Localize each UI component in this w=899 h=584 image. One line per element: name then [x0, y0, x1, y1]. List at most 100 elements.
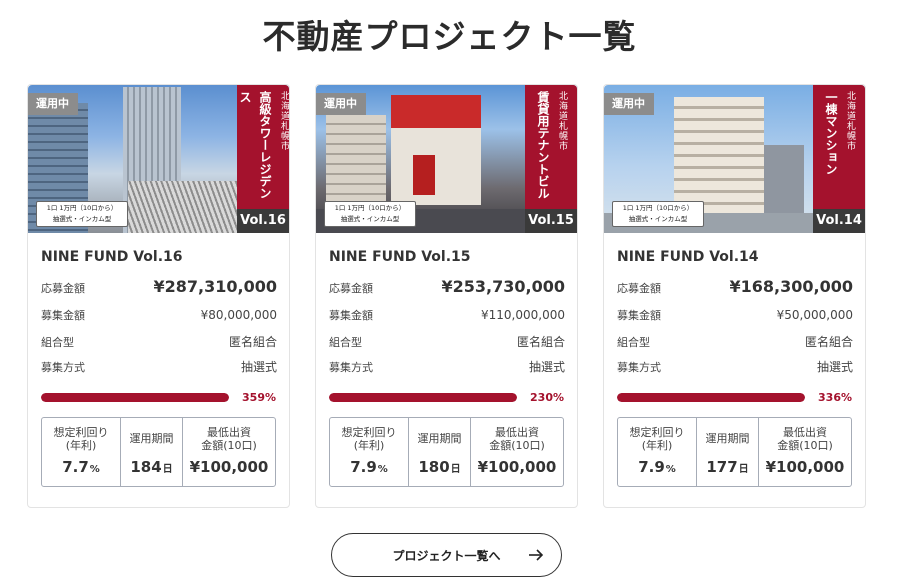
project-card-vol16[interactable]: 運用中 北海道札幌市 高級タワーレジデンス Vol.16 1口 1万円（10口か… — [27, 84, 290, 508]
stat-yield: 想定利回り (年利) 7.7% — [42, 418, 120, 486]
stats-box: 想定利回り (年利) 7.9% 運用期間 180日 最低出資 金額(10口) ¥… — [329, 417, 564, 487]
lottery-line-1: 1口 1万円（10口から） — [334, 204, 406, 212]
progress-label: 336% — [818, 391, 852, 404]
region-label: 北海道札幌市 — [845, 91, 855, 151]
project-image[interactable]: 運用中 北海道札幌市 賃貸用テナントビル Vol.15 1口 1万円（10口から… — [316, 85, 577, 233]
lottery-line-2: 抽選式・インカム型 — [340, 215, 400, 223]
status-badge: 運用中 — [604, 93, 654, 115]
method-label: 募集方式 — [329, 361, 373, 374]
period-unit: 日 — [738, 464, 749, 475]
lottery-tag: 1口 1万円（10口から） 抽選式・インカム型 — [324, 201, 416, 227]
applied-value: ¥168,300,000 — [729, 277, 853, 296]
region-label: 北海道札幌市 — [279, 91, 289, 151]
vol-tag: Vol.15 — [525, 209, 577, 233]
stat-min-invest: 最低出資 金額(10口) ¥100,000 — [182, 418, 275, 486]
vol-tag: Vol.16 — [237, 209, 289, 233]
progress-bar — [329, 393, 517, 402]
fund-name[interactable]: NINE FUND Vol.14 — [617, 249, 759, 265]
lottery-line-2: 抽選式・インカム型 — [52, 215, 112, 223]
target-label: 募集金額 — [41, 309, 85, 322]
min-invest-label: 最低出資 金額(10口) — [489, 426, 545, 452]
target-row: 募集金額 ¥50,000,000 — [617, 307, 853, 323]
yield-label: 想定利回り (年利) — [53, 426, 109, 452]
min-invest-value: ¥100,000 — [189, 458, 269, 476]
arrow-right-icon — [529, 549, 544, 561]
min-invest-value: ¥100,000 — [477, 458, 557, 476]
min-invest-label: 最低出資 金額(10口) — [201, 426, 257, 452]
region-label: 北海道札幌市 — [557, 91, 567, 151]
target-row: 募集金額 ¥110,000,000 — [329, 307, 565, 323]
period-value: 177 — [706, 458, 738, 476]
yield-label: 想定利回り (年利) — [341, 426, 397, 452]
target-label: 募集金額 — [329, 309, 373, 322]
lottery-line-2: 抽選式・インカム型 — [628, 215, 688, 223]
yield-unit: % — [377, 464, 388, 475]
yield-value: 7.9 — [638, 458, 665, 476]
structure-value: 匿名組合 — [804, 335, 853, 349]
structure-label: 組合型 — [41, 336, 74, 349]
structure-label: 組合型 — [329, 336, 362, 349]
applied-label: 応募金額 — [617, 282, 661, 295]
lottery-line-1: 1口 1万円（10口から） — [622, 204, 694, 212]
page-title: 不動産プロジェクト一覧 — [262, 17, 637, 56]
project-list-button[interactable]: プロジェクト一覧へ — [331, 533, 562, 577]
project-image[interactable]: 運用中 北海道札幌市 一棟マンション Vol.14 1口 1万円（10口から） … — [604, 85, 865, 233]
lottery-tag: 1口 1万円（10口から） 抽選式・インカム型 — [612, 201, 704, 227]
project-card-vol15[interactable]: 運用中 北海道札幌市 賃貸用テナントビル Vol.15 1口 1万円（10口から… — [315, 84, 578, 508]
min-invest-value: ¥100,000 — [765, 458, 845, 476]
yield-unit: % — [665, 464, 676, 475]
progress-fill — [41, 393, 229, 402]
method-row: 募集方式 抽選式 — [329, 358, 565, 375]
vol-tag: Vol.14 — [813, 209, 865, 233]
method-row: 募集方式 抽選式 — [617, 358, 853, 375]
target-row: 募集金額 ¥80,000,000 — [41, 307, 277, 323]
stat-min-invest: 最低出資 金額(10口) ¥100,000 — [470, 418, 563, 486]
fund-name[interactable]: NINE FUND Vol.15 — [329, 249, 471, 265]
method-label: 募集方式 — [617, 361, 661, 374]
structure-label: 組合型 — [617, 336, 650, 349]
applied-value: ¥287,310,000 — [153, 277, 277, 296]
method-value: 抽選式 — [816, 360, 853, 374]
progress-label: 359% — [242, 391, 276, 404]
progress-bar — [41, 393, 229, 402]
applied-value: ¥253,730,000 — [441, 277, 565, 296]
progress-fill — [329, 393, 517, 402]
project-card-vol14[interactable]: 運用中 北海道札幌市 一棟マンション Vol.14 1口 1万円（10口から） … — [603, 84, 866, 508]
applied-row: 応募金額 ¥287,310,000 — [41, 277, 277, 296]
lottery-line-1: 1口 1万円（10口から） — [46, 204, 118, 212]
progress-bar — [617, 393, 805, 402]
region-ribbon: 北海道札幌市 高級タワーレジデンス — [237, 85, 289, 209]
applied-row: 応募金額 ¥253,730,000 — [329, 277, 565, 296]
fund-name[interactable]: NINE FUND Vol.16 — [41, 249, 183, 265]
status-badge: 運用中 — [28, 93, 78, 115]
property-type-label: 賃貸用テナントビル — [536, 91, 550, 199]
applied-row: 応募金額 ¥168,300,000 — [617, 277, 853, 296]
yield-value: 7.7 — [62, 458, 89, 476]
property-type-label: 一棟マンション — [824, 91, 838, 175]
stat-min-invest: 最低出資 金額(10口) ¥100,000 — [758, 418, 851, 486]
stat-period: 運用期間 184日 — [120, 418, 182, 486]
applied-label: 応募金額 — [41, 282, 85, 295]
lottery-tag: 1口 1万円（10口から） 抽選式・インカム型 — [36, 201, 128, 227]
structure-value: 匿名組合 — [516, 335, 565, 349]
target-value: ¥80,000,000 — [200, 308, 277, 322]
period-value: 184 — [130, 458, 162, 476]
yield-unit: % — [89, 464, 100, 475]
stats-box: 想定利回り (年利) 7.7% 運用期間 184日 最低出資 金額(10口) ¥… — [41, 417, 276, 487]
period-label: 運用期間 — [129, 432, 174, 445]
period-value: 180 — [418, 458, 450, 476]
project-image[interactable]: 運用中 北海道札幌市 高級タワーレジデンス Vol.16 1口 1万円（10口か… — [28, 85, 289, 233]
structure-row: 組合型 匿名組合 — [329, 333, 565, 350]
method-value: 抽選式 — [528, 360, 565, 374]
region-ribbon: 北海道札幌市 一棟マンション — [813, 85, 865, 209]
progress-fill — [617, 393, 805, 402]
min-invest-label: 最低出資 金額(10口) — [777, 426, 833, 452]
region-ribbon: 北海道札幌市 賃貸用テナントビル — [525, 85, 577, 209]
target-value: ¥50,000,000 — [776, 308, 853, 322]
period-label: 運用期間 — [417, 432, 462, 445]
method-value: 抽選式 — [240, 360, 277, 374]
applied-label: 応募金額 — [329, 282, 373, 295]
property-type-label: 高級タワーレジデンス — [238, 91, 272, 199]
method-label: 募集方式 — [41, 361, 85, 374]
stats-box: 想定利回り (年利) 7.9% 運用期間 177日 最低出資 金額(10口) ¥… — [617, 417, 852, 487]
